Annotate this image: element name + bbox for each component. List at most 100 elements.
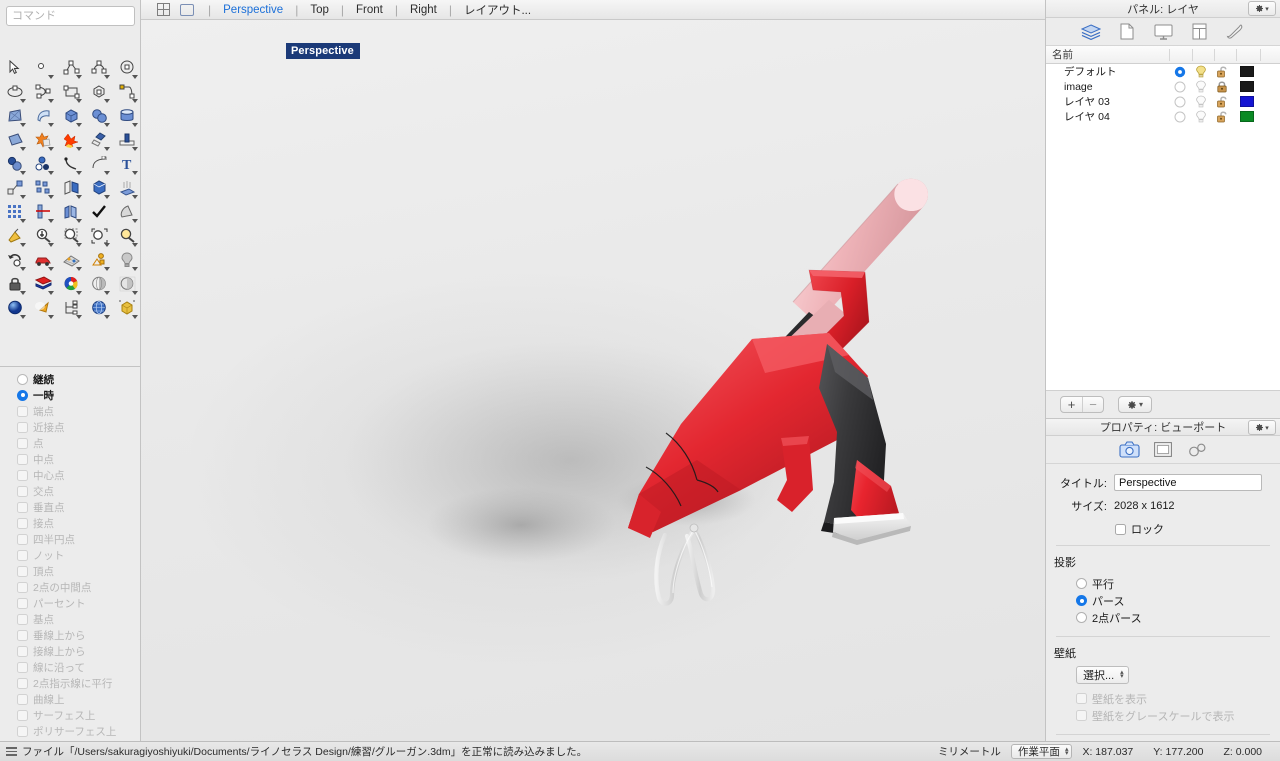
single-view-icon[interactable] — [175, 1, 199, 19]
layer-color-swatch[interactable] — [1240, 96, 1254, 107]
ghosted-icon[interactable] — [113, 272, 141, 296]
paint-icon[interactable] — [1, 224, 29, 248]
tab-top[interactable]: Top — [307, 4, 332, 16]
table-row[interactable]: レイヤ 04 — [1046, 109, 1280, 124]
dimension-icon[interactable] — [85, 152, 113, 176]
add-layer-button[interactable]: + — [1061, 397, 1082, 412]
four-view-icon[interactable] — [151, 1, 175, 19]
zoom-window-icon[interactable] — [113, 224, 141, 248]
circle-icon[interactable] — [113, 56, 141, 80]
surface-edit-icon[interactable] — [1, 128, 29, 152]
render-mesh-icon[interactable] — [57, 248, 85, 272]
tab-layout[interactable]: レイアウト... — [461, 2, 534, 18]
hierarchy-icon[interactable] — [57, 296, 85, 320]
visibility-bulb-icon[interactable] — [1194, 95, 1208, 108]
current-layer-radio[interactable] — [1174, 66, 1186, 78]
menu-icon[interactable] — [6, 747, 17, 756]
viewport-title-label[interactable]: Perspective — [286, 43, 360, 59]
snap-option-on-curve[interactable]: 曲線上 — [0, 691, 140, 707]
snap-option-percent[interactable]: パーセント — [0, 595, 140, 611]
snap-option-center[interactable]: 中心点 — [0, 467, 140, 483]
snap-option-on-polysurface[interactable]: ポリサーフェス上 — [0, 723, 140, 739]
text-icon[interactable]: T — [113, 152, 141, 176]
material-icon[interactable] — [113, 296, 141, 320]
freeform-curve-icon[interactable] — [113, 80, 141, 104]
snap-option-quadrant[interactable]: 四半円点 — [0, 531, 140, 547]
layer-color-swatch[interactable] — [1240, 111, 1254, 122]
select-arrow-icon[interactable] — [1, 56, 29, 80]
array-icon[interactable] — [29, 176, 57, 200]
vehicle-icon[interactable] — [29, 248, 57, 272]
cone-icon[interactable] — [113, 200, 141, 224]
cplane-dropdown[interactable]: 作業平面 ▴ ▾ — [1010, 744, 1073, 759]
render-sphere-icon[interactable] — [1, 296, 29, 320]
snap-option-between[interactable]: 2点の中間点 — [0, 579, 140, 595]
layer-color-swatch[interactable] — [1240, 81, 1254, 92]
snap-option-perpendicular[interactable]: 垂直点 — [0, 499, 140, 515]
mirror-icon[interactable] — [57, 176, 85, 200]
snap-option-near[interactable]: 近接点 — [0, 419, 140, 435]
visibility-bulb-icon[interactable] — [1194, 80, 1208, 93]
lock-open-icon[interactable] — [1216, 110, 1230, 123]
tab-front[interactable]: Front — [353, 4, 386, 16]
snap-option-knot[interactable]: ノット — [0, 547, 140, 563]
snap-option-tangent[interactable]: 接点 — [0, 515, 140, 531]
zoom-selected-icon[interactable] — [57, 224, 85, 248]
snap-option-vertex[interactable]: 頂点 — [0, 563, 140, 579]
arc-icon[interactable] — [29, 80, 57, 104]
camera-icon[interactable] — [1118, 440, 1140, 460]
viewport-icon[interactable] — [1152, 440, 1174, 460]
snap-option-from-tangent[interactable]: 接線上から — [0, 643, 140, 659]
projection-parallel[interactable]: 平行 — [1046, 575, 1280, 592]
current-layer-radio[interactable] — [1174, 111, 1186, 123]
projection-two-point[interactable]: 2点パース — [1046, 609, 1280, 626]
rectangle-icon[interactable] — [57, 80, 85, 104]
tab-right[interactable]: Right — [407, 4, 440, 16]
table-row[interactable]: デフォルト — [1046, 64, 1280, 79]
polyline-icon[interactable] — [57, 56, 85, 80]
tab-perspective[interactable]: Perspective — [220, 4, 286, 16]
link-icon[interactable] — [1186, 440, 1208, 460]
light-bulb-icon[interactable] — [113, 248, 141, 272]
visibility-bulb-icon[interactable] — [1194, 110, 1208, 123]
lock-open-icon[interactable] — [1216, 95, 1230, 108]
snap-option-parallel-to-2points[interactable]: 2点指示線に平行 — [0, 675, 140, 691]
undo-view-icon[interactable] — [1, 248, 29, 272]
shade-icon[interactable] — [85, 272, 113, 296]
lock-icon[interactable] — [1, 272, 29, 296]
command-input[interactable] — [6, 6, 135, 26]
viewport-title-input[interactable] — [1114, 474, 1262, 491]
ellipse-icon[interactable] — [1, 80, 29, 104]
properties-panel-gear-button[interactable]: ▾ — [1248, 420, 1276, 435]
snap-option-from-perpendicular[interactable]: 垂線上から — [0, 627, 140, 643]
layer-options-button[interactable]: ▾ — [1118, 396, 1152, 413]
zoom-in-icon[interactable] — [29, 224, 57, 248]
perspective-viewport[interactable]: Perspective — [141, 20, 1045, 741]
snap-mode-temporary[interactable]: 一時 — [0, 387, 140, 403]
cylinder-icon[interactable] — [113, 104, 141, 128]
blend-curve-icon[interactable] — [57, 152, 85, 176]
snap-option-point[interactable]: 点 — [0, 435, 140, 451]
units-label[interactable]: ミリメートル — [928, 744, 1011, 759]
zoom-extents-icon[interactable] — [85, 224, 113, 248]
polygon-icon[interactable] — [85, 80, 113, 104]
block-icon[interactable] — [85, 248, 113, 272]
table-row[interactable]: レイヤ 03 — [1046, 94, 1280, 109]
lock-closed-icon[interactable] — [1216, 80, 1230, 93]
display-icon[interactable] — [1152, 22, 1174, 42]
lock-row[interactable]: ロック — [1046, 521, 1280, 537]
current-layer-radio[interactable] — [1174, 81, 1186, 93]
table-row[interactable]: image — [1046, 79, 1280, 94]
wallpaper-show-checkbox[interactable]: 壁紙を表示 — [1046, 690, 1280, 707]
sphere-icon[interactable] — [85, 104, 113, 128]
layers-icon[interactable] — [1080, 22, 1102, 42]
brush-icon[interactable] — [1224, 22, 1246, 42]
flow-icon[interactable] — [57, 200, 85, 224]
divide-icon[interactable] — [29, 200, 57, 224]
lock-open-icon[interactable] — [1216, 65, 1230, 78]
explode-icon[interactable] — [57, 128, 85, 152]
snap-option-intersection[interactable]: 交点 — [0, 483, 140, 499]
snap-option-along-line[interactable]: 線に沿って — [0, 659, 140, 675]
lighting-icon[interactable] — [113, 176, 141, 200]
surface-from-curves-icon[interactable] — [1, 104, 29, 128]
